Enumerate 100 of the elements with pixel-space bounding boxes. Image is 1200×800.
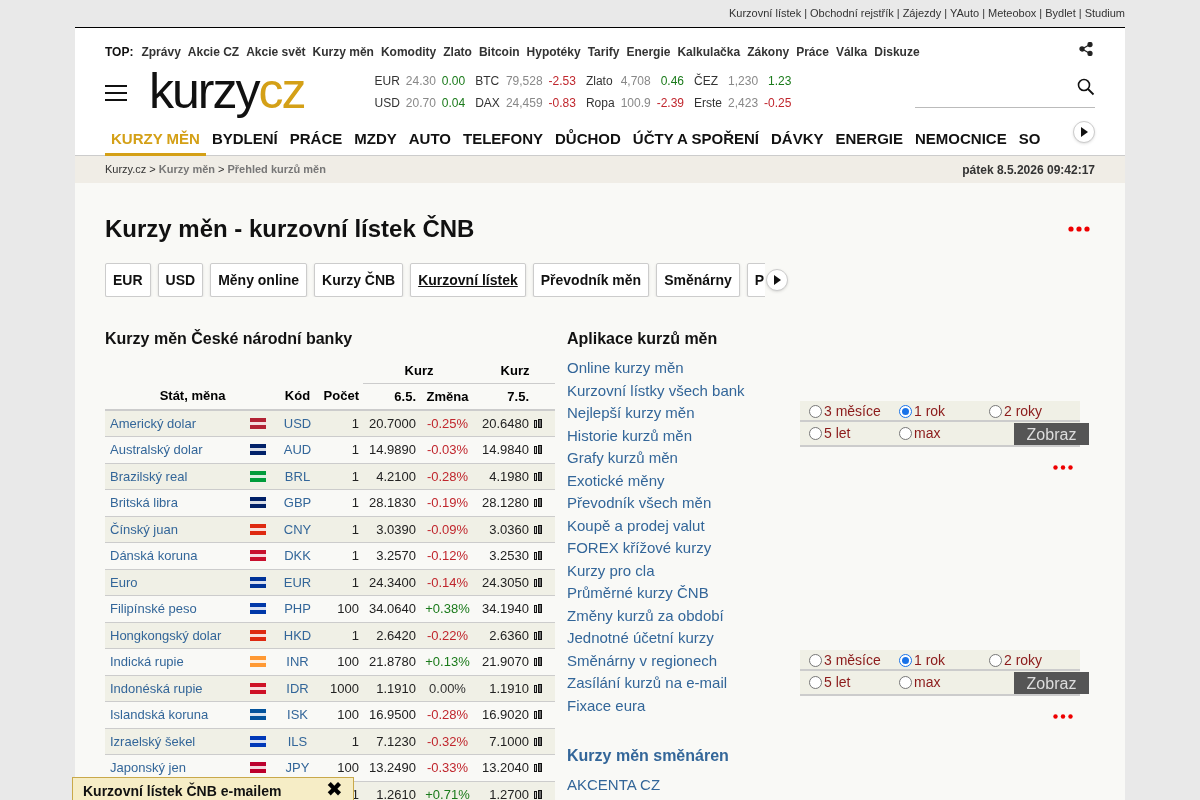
document-icon[interactable] bbox=[533, 444, 543, 456]
radio-button[interactable] bbox=[809, 405, 822, 418]
document-icon[interactable] bbox=[533, 735, 543, 747]
ticker-name[interactable]: ČEZ bbox=[684, 72, 723, 90]
breadcrumb-link[interactable]: Kurzy měn bbox=[158, 161, 216, 178]
currency-link[interactable]: Indická rupie bbox=[110, 654, 184, 669]
top-menu-link[interactable]: Kurzy měn bbox=[312, 43, 374, 61]
document-icon[interactable] bbox=[533, 603, 543, 615]
document-icon[interactable] bbox=[533, 762, 543, 774]
currency-link[interactable]: Islandská koruna bbox=[110, 707, 209, 722]
tab[interactable]: Směnárny bbox=[656, 263, 740, 297]
show-button[interactable]: Zobraz bbox=[1014, 422, 1089, 445]
radio-button[interactable] bbox=[899, 427, 912, 440]
document-icon[interactable] bbox=[533, 550, 543, 562]
app-link[interactable]: Fixace eura bbox=[567, 694, 646, 717]
currency-link[interactable]: Čínský juan bbox=[110, 521, 178, 537]
nav-tab[interactable]: AUTO bbox=[402, 122, 457, 156]
tab[interactable]: Kurzy ČNB bbox=[314, 263, 404, 297]
top-menu-link[interactable]: Zákony bbox=[747, 43, 790, 61]
ticker-name[interactable]: Erste bbox=[684, 94, 723, 112]
scroll-right-button[interactable] bbox=[766, 269, 788, 291]
document-icon[interactable] bbox=[533, 497, 543, 509]
app-link[interactable]: Zasílání kurzů na e-mail bbox=[567, 672, 728, 695]
currency-code-link[interactable]: JPY bbox=[285, 760, 310, 775]
nav-tab[interactable]: BYDLENÍ bbox=[205, 122, 284, 156]
ticker-name[interactable]: Ropa bbox=[575, 94, 615, 112]
radio-button[interactable] bbox=[809, 427, 822, 440]
nav-tab[interactable]: MZDY bbox=[348, 122, 403, 156]
document-icon[interactable] bbox=[533, 709, 543, 721]
top-menu-link[interactable]: Zlato bbox=[443, 43, 472, 61]
radio-label[interactable]: 3 měsíce bbox=[824, 401, 881, 422]
app-link[interactable]: Kurzovní lístky všech bank bbox=[567, 379, 745, 402]
document-icon[interactable] bbox=[533, 523, 543, 535]
nav-tab[interactable]: NEMOCNICE bbox=[909, 122, 1013, 156]
currency-link[interactable]: Britská libra bbox=[110, 495, 178, 510]
app-link[interactable]: Směnárny v regionech bbox=[567, 649, 718, 672]
currency-code-link[interactable]: AUD bbox=[283, 442, 312, 457]
currency-code-link[interactable]: HKD bbox=[283, 627, 312, 643]
top-link[interactable]: Zájezdy bbox=[902, 5, 942, 22]
currency-code-link[interactable]: PHP bbox=[284, 601, 311, 616]
breadcrumb-link[interactable]: Přehled kurzů měn bbox=[227, 161, 326, 178]
show-button[interactable]: Zobraz bbox=[1014, 671, 1089, 694]
radio-label[interactable]: 1 rok bbox=[914, 650, 946, 671]
document-icon[interactable] bbox=[533, 470, 543, 482]
radio-button[interactable] bbox=[809, 654, 822, 667]
currency-code-link[interactable]: USD bbox=[283, 415, 312, 431]
ticker-name[interactable]: DAX bbox=[465, 94, 500, 112]
radio-button[interactable] bbox=[899, 654, 912, 667]
currency-code-link[interactable]: GBP bbox=[283, 495, 312, 510]
app-link[interactable]: Převodník všech měn bbox=[567, 492, 712, 515]
top-link[interactable]: Bydlet bbox=[1045, 5, 1076, 22]
search-icon[interactable] bbox=[1077, 78, 1095, 96]
top-link[interactable]: Studium bbox=[1084, 5, 1125, 22]
radio-button[interactable] bbox=[899, 405, 912, 418]
more-icon[interactable] bbox=[1053, 465, 1073, 470]
app-link[interactable]: Historie kurzů měn bbox=[567, 424, 693, 447]
radio-label[interactable]: 1 rok bbox=[914, 401, 946, 422]
currency-link[interactable]: Japonský jen bbox=[110, 760, 186, 775]
document-icon[interactable] bbox=[533, 788, 543, 800]
menu-icon[interactable] bbox=[105, 84, 127, 102]
app-link[interactable]: Jednotné účetní kurzy bbox=[567, 627, 714, 650]
radio-button[interactable] bbox=[989, 654, 1002, 667]
breadcrumb-link[interactable]: Kurzy.cz bbox=[105, 161, 147, 178]
radio-label[interactable]: 5 let bbox=[824, 672, 851, 693]
currency-code-link[interactable]: DKK bbox=[284, 548, 311, 563]
top-link[interactable]: YAuto bbox=[950, 5, 980, 22]
top-menu-link[interactable]: Práce bbox=[796, 43, 829, 61]
close-button[interactable]: ✖ bbox=[326, 777, 343, 800]
more-icon[interactable] bbox=[1068, 226, 1090, 232]
radio-label[interactable]: max bbox=[914, 672, 941, 693]
share-icon[interactable] bbox=[1079, 42, 1093, 56]
scroll-right-button[interactable] bbox=[1073, 121, 1095, 143]
currency-code-link[interactable]: ISK bbox=[287, 707, 308, 722]
radio-label[interactable]: 5 let bbox=[824, 423, 851, 444]
top-menu-link[interactable]: Válka bbox=[835, 43, 868, 61]
ticker-name[interactable]: USD bbox=[374, 94, 400, 112]
app-link[interactable]: FOREX křížové kurzy bbox=[567, 537, 712, 560]
exchange-link[interactable]: AKCENTA CZ bbox=[567, 774, 661, 797]
app-link[interactable]: Koupě a prodej valut bbox=[567, 514, 705, 537]
more-icon[interactable] bbox=[1053, 714, 1073, 719]
app-link[interactable]: Kurzy pro cla bbox=[567, 559, 655, 582]
currency-link[interactable]: Americký dolar bbox=[110, 415, 196, 431]
top-menu-link[interactable]: Komodity bbox=[380, 43, 437, 61]
radio-label[interactable]: 2 roky bbox=[1004, 401, 1043, 422]
currency-code-link[interactable]: IDR bbox=[286, 680, 309, 696]
nav-tab[interactable]: DŮCHOD bbox=[549, 122, 627, 156]
radio-label[interactable]: max bbox=[914, 423, 941, 444]
nav-tab[interactable]: TELEFONY bbox=[457, 122, 549, 156]
top-link[interactable]: Kurzovní lístek bbox=[729, 5, 802, 22]
currency-code-link[interactable]: CNY bbox=[283, 521, 312, 537]
document-icon[interactable] bbox=[533, 656, 543, 668]
tab[interactable]: Kurzovní lístek bbox=[410, 263, 526, 297]
currency-code-link[interactable]: INR bbox=[286, 654, 309, 669]
tab[interactable]: USD bbox=[157, 263, 204, 297]
currency-link[interactable]: Australský dolar bbox=[110, 442, 203, 457]
nav-tab[interactable]: DÁVKY bbox=[765, 122, 830, 156]
top-menu-link[interactable]: Tarify bbox=[587, 43, 620, 61]
top-menu-link[interactable]: Akcie CZ bbox=[187, 43, 240, 61]
radio-button[interactable] bbox=[989, 405, 1002, 418]
app-link[interactable]: Exotické měny bbox=[567, 469, 665, 492]
